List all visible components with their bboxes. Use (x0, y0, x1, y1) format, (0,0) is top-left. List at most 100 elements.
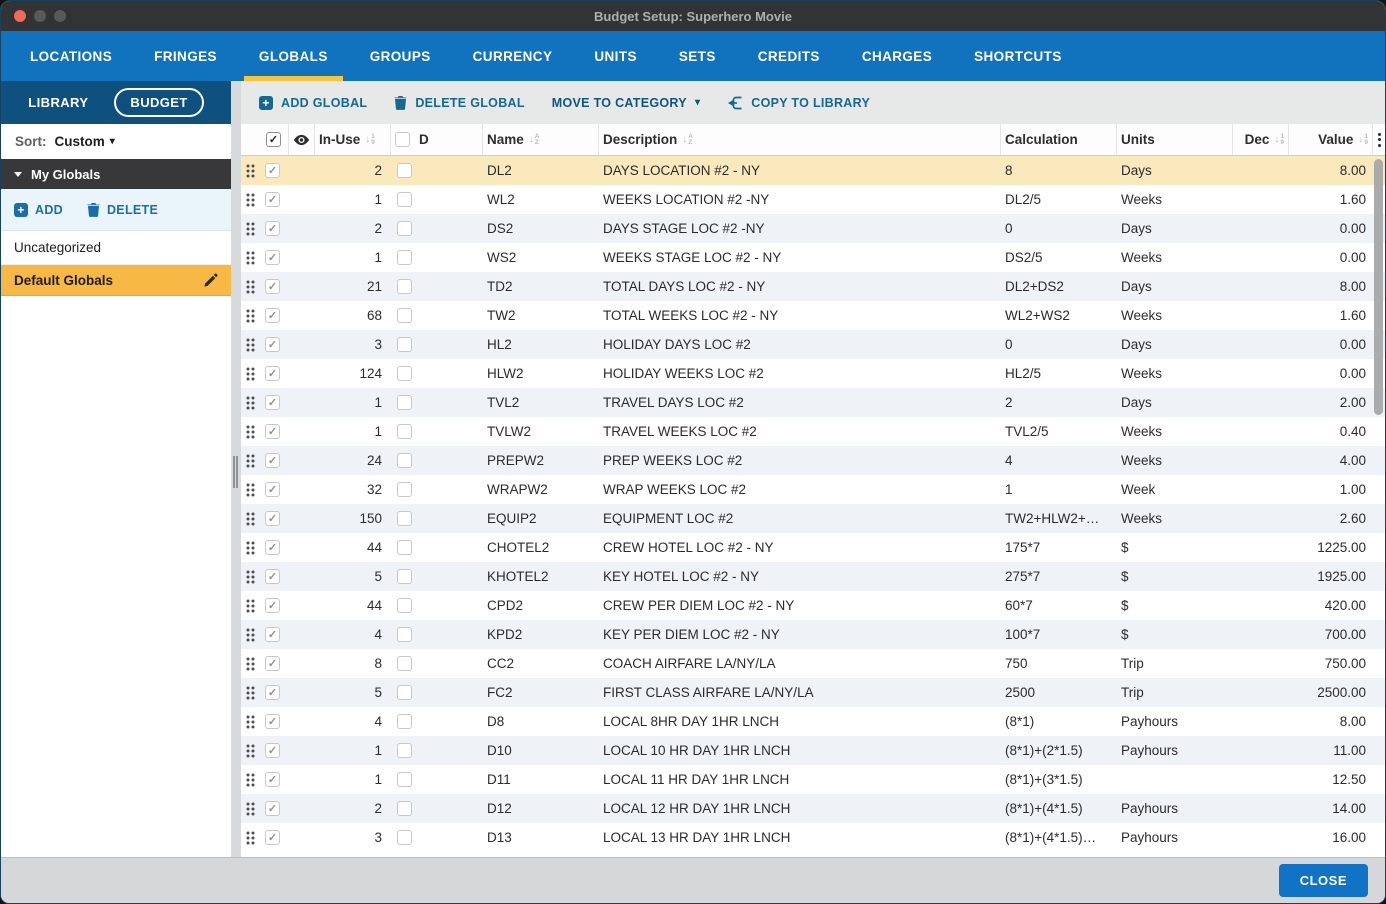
drag-handle-icon[interactable] (246, 396, 255, 410)
calculation-cell[interactable]: (8*1)+(4*1.5) (1001, 794, 1117, 823)
description-cell[interactable]: HOLIDAY DAYS LOC #2 (599, 330, 1001, 359)
value-cell[interactable]: 0.40 (1289, 417, 1373, 446)
dec-cell[interactable] (1233, 388, 1289, 417)
add-category-button[interactable]: + ADD (14, 203, 63, 217)
table-row[interactable]: 124 HLW2 HOLIDAY WEEKS LOC #2 HL2/5 Week… (241, 359, 1385, 388)
description-cell[interactable]: LOCAL 13 HR DAY 1HR LNCH (599, 823, 1001, 852)
dec-cell[interactable] (1233, 243, 1289, 272)
name-cell[interactable]: TVL2 (483, 388, 599, 417)
name-cell[interactable]: DL2 (483, 156, 599, 185)
dec-cell[interactable] (1233, 620, 1289, 649)
value-cell[interactable]: 11.00 (1289, 736, 1373, 765)
value-cell[interactable]: 0.00 (1289, 214, 1373, 243)
value-cell[interactable]: 0.00 (1289, 359, 1373, 388)
description-cell[interactable]: TOTAL WEEKS LOC #2 - NY (599, 301, 1001, 330)
drag-handle-icon[interactable] (246, 831, 255, 845)
name-cell[interactable]: WRAPW2 (483, 475, 599, 504)
units-cell[interactable]: Days (1117, 156, 1233, 185)
value-cell[interactable]: 0.00 (1289, 243, 1373, 272)
drag-handle-icon[interactable] (246, 251, 255, 265)
row-d-checkbox[interactable] (397, 511, 412, 526)
calculation-cell[interactable]: DL2+DS2 (1001, 272, 1117, 301)
table-row[interactable]: 4 KPD2 KEY PER DIEM LOC #2 - NY 100*7 $ … (241, 620, 1385, 649)
row-d-checkbox[interactable] (397, 685, 412, 700)
units-cell[interactable]: Days (1117, 330, 1233, 359)
value-cell[interactable]: 2500.00 (1289, 678, 1373, 707)
row-include-checkbox[interactable] (265, 714, 280, 729)
description-cell[interactable]: CREW PER DIEM LOC #2 - NY (599, 591, 1001, 620)
row-include-checkbox[interactable] (265, 424, 280, 439)
table-row[interactable]: 68 TW2 TOTAL WEEKS LOC #2 - NY WL2+WS2 W… (241, 301, 1385, 330)
row-d-checkbox[interactable] (397, 540, 412, 555)
description-cell[interactable]: TOTAL DAYS LOC #2 - NY (599, 272, 1001, 301)
row-include-checkbox[interactable] (265, 395, 280, 410)
drag-handle-icon[interactable] (246, 222, 255, 236)
row-include-checkbox[interactable] (265, 772, 280, 787)
name-column-header[interactable]: Name ↓AZ (483, 124, 599, 155)
table-row[interactable]: 2 DL2 DAYS LOCATION #2 - NY 8 Days 8.00 (241, 156, 1385, 185)
row-include-checkbox[interactable] (265, 627, 280, 642)
table-row[interactable]: 1 D11 LOCAL 11 HR DAY 1HR LNCH (8*1)+(3*… (241, 765, 1385, 794)
dec-column-header[interactable]: Dec ↓19 (1233, 124, 1289, 155)
calculation-cell[interactable]: 2 (1001, 388, 1117, 417)
tab-units[interactable]: UNITS (587, 31, 644, 81)
value-cell[interactable]: 2.60 (1289, 504, 1373, 533)
row-include-checkbox[interactable] (265, 685, 280, 700)
delete-category-button[interactable]: DELETE (87, 202, 158, 217)
units-cell[interactable]: Week (1117, 475, 1233, 504)
row-include-checkbox[interactable] (265, 308, 280, 323)
table-row[interactable]: 44 CPD2 CREW PER DIEM LOC #2 - NY 60*7 $… (241, 591, 1385, 620)
select-all-checkbox[interactable] (266, 132, 281, 147)
units-cell[interactable]: Weeks (1117, 417, 1233, 446)
name-cell[interactable]: KHOTEL2 (483, 562, 599, 591)
calculation-cell[interactable]: DS2/5 (1001, 243, 1117, 272)
value-cell[interactable]: 8.00 (1289, 272, 1373, 301)
calculation-cell[interactable]: 4 (1001, 446, 1117, 475)
d-select-all-checkbox[interactable] (395, 132, 410, 147)
description-cell[interactable]: TRAVEL WEEKS LOC #2 (599, 417, 1001, 446)
row-include-checkbox[interactable] (265, 801, 280, 816)
table-row[interactable]: 1 WL2 WEEKS LOCATION #2 -NY DL2/5 Weeks … (241, 185, 1385, 214)
calculation-cell[interactable]: 750 (1001, 649, 1117, 678)
drag-handle-icon[interactable] (246, 483, 255, 497)
row-d-checkbox[interactable] (397, 250, 412, 265)
drag-handle-icon[interactable] (246, 570, 255, 584)
column-options-menu-icon[interactable] (1378, 133, 1381, 147)
dec-cell[interactable] (1233, 678, 1289, 707)
units-cell[interactable]: $ (1117, 562, 1233, 591)
sort-dropdown[interactable]: Custom ▾ (55, 134, 115, 149)
name-cell[interactable]: WL2 (483, 185, 599, 214)
row-d-checkbox[interactable] (397, 482, 412, 497)
description-cell[interactable]: DAYS LOCATION #2 - NY (599, 156, 1001, 185)
table-row[interactable]: 1 D10 LOCAL 10 HR DAY 1HR LNCH (8*1)+(2*… (241, 736, 1385, 765)
row-d-checkbox[interactable] (397, 221, 412, 236)
name-cell[interactable]: D12 (483, 794, 599, 823)
calculation-cell[interactable]: DL2/5 (1001, 185, 1117, 214)
description-cell[interactable]: KEY HOTEL LOC #2 - NY (599, 562, 1001, 591)
tab-sets[interactable]: SETS (672, 31, 723, 81)
drag-handle-icon[interactable] (246, 367, 255, 381)
calculation-cell[interactable]: 8 (1001, 156, 1117, 185)
row-include-checkbox[interactable] (265, 482, 280, 497)
calculation-cell[interactable]: 1 (1001, 475, 1117, 504)
row-d-checkbox[interactable] (397, 627, 412, 642)
units-cell[interactable] (1117, 765, 1233, 794)
name-cell[interactable]: EQUIP2 (483, 504, 599, 533)
name-cell[interactable]: KPD2 (483, 620, 599, 649)
calculation-cell[interactable]: TW2+HLW2+… (1001, 504, 1117, 533)
move-to-category-dropdown[interactable]: MOVE TO CATEGORY ▾ (552, 96, 700, 110)
description-cell[interactable]: PREP WEEKS LOC #2 (599, 446, 1001, 475)
row-include-checkbox[interactable] (265, 569, 280, 584)
table-row[interactable]: 3 D13 LOCAL 13 HR DAY 1HR LNCH (8*1)+(4*… (241, 823, 1385, 852)
name-cell[interactable]: CPD2 (483, 591, 599, 620)
drag-handle-icon[interactable] (246, 773, 255, 787)
drag-handle-icon[interactable] (246, 541, 255, 555)
calculation-cell[interactable]: (8*1) (1001, 707, 1117, 736)
units-column-header[interactable]: Units (1117, 124, 1233, 155)
calculation-cell[interactable]: 60*7 (1001, 591, 1117, 620)
row-d-checkbox[interactable] (397, 366, 412, 381)
units-cell[interactable]: Weeks (1117, 504, 1233, 533)
category-list-item[interactable]: Uncategorized (1, 231, 231, 265)
value-cell[interactable]: 1.60 (1289, 301, 1373, 330)
edit-pencil-icon[interactable] (203, 273, 218, 288)
